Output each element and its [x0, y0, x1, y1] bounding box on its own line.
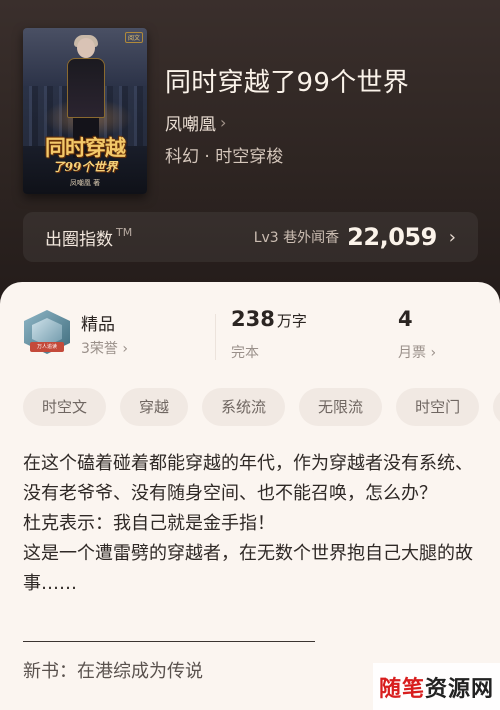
completion-status: 完本	[231, 345, 259, 361]
watermark-part2: 资源网	[425, 676, 495, 702]
honors-link[interactable]: 3荣誉 ›	[81, 338, 128, 358]
index-level: Lv3 巷外闻香	[253, 230, 340, 246]
tag-chip[interactable]: 穿越	[120, 388, 189, 426]
cover-author: 凤嘲凰 著	[69, 179, 101, 187]
tag-chip[interactable]: 时空文	[23, 388, 107, 426]
chevron-right-icon: ›	[220, 113, 227, 132]
index-label: 出圈指数	[45, 229, 113, 250]
monthly-votes-link[interactable]: 月票 ›	[398, 342, 436, 362]
quality-title: 精品	[81, 315, 115, 335]
book-info-panel: 万人追读 精品 3荣誉 › 238 万字 完本 4 月票 › 时空文 穿越 系统流…	[0, 282, 500, 710]
quality-badge-icon[interactable]: 万人追读	[24, 310, 70, 354]
chevron-right-icon: ›	[430, 345, 437, 361]
word-count-unit: 万字	[276, 312, 307, 330]
stats-divider	[215, 314, 216, 360]
author-link[interactable]: 凤嘲凰 ›	[165, 110, 226, 135]
tag-list: 时空文 穿越 系统流 无限流 时空门 轻	[23, 388, 500, 426]
book-genre: 科幻 · 时空穿梭	[165, 147, 284, 167]
site-watermark: 随笔 资源网	[373, 663, 500, 710]
book-title: 同时穿越了99个世界	[165, 68, 410, 98]
new-book-note: 新书：在港综成为传说	[23, 661, 203, 682]
chevron-right-icon: ›	[122, 341, 128, 357]
book-header: 阅文 同时穿越 了99个世界 凤嘲凰 著 同时穿越了99个世界 凤嘲凰 › 科幻…	[0, 0, 500, 300]
stats-row: 万人追读 精品 3荣誉 › 238 万字 完本 4 月票 ›	[0, 282, 500, 372]
cover-subtitle: 了99个世界	[52, 160, 118, 174]
monthly-votes-value: 4	[398, 307, 413, 331]
watermark-part1: 随笔	[378, 676, 425, 702]
tag-chip[interactable]: 系统流	[202, 388, 286, 426]
monthly-votes-label: 月票	[398, 345, 426, 361]
tag-chip[interactable]: 时空门	[396, 388, 480, 426]
index-value: 22,059	[347, 223, 437, 251]
word-count: 238 万字	[231, 307, 307, 331]
author-name: 凤嘲凰	[165, 115, 216, 135]
popularity-index-bar[interactable]: 出圈指数 TM Lv3 巷外闻香 22,059 ›	[23, 212, 478, 262]
chevron-right-icon: ›	[448, 226, 456, 248]
description-rule	[23, 641, 315, 642]
cover-publisher-logo: 阅文	[124, 32, 143, 43]
index-trademark: TM	[116, 225, 133, 239]
honors-count: 3荣誉	[81, 341, 118, 357]
badge-ribbon: 万人追读	[30, 342, 64, 352]
book-description: 在这个磕着碰着都能穿越的年代，作为穿越者没有系统、没有老爷爷、没有随身空间、也不…	[23, 453, 473, 594]
word-count-value: 238	[231, 307, 275, 331]
tag-chip[interactable]: 无限流	[299, 388, 383, 426]
tag-chip[interactable]: 轻	[493, 388, 500, 426]
book-cover[interactable]: 阅文 同时穿越 了99个世界 凤嘲凰 著	[23, 28, 147, 194]
